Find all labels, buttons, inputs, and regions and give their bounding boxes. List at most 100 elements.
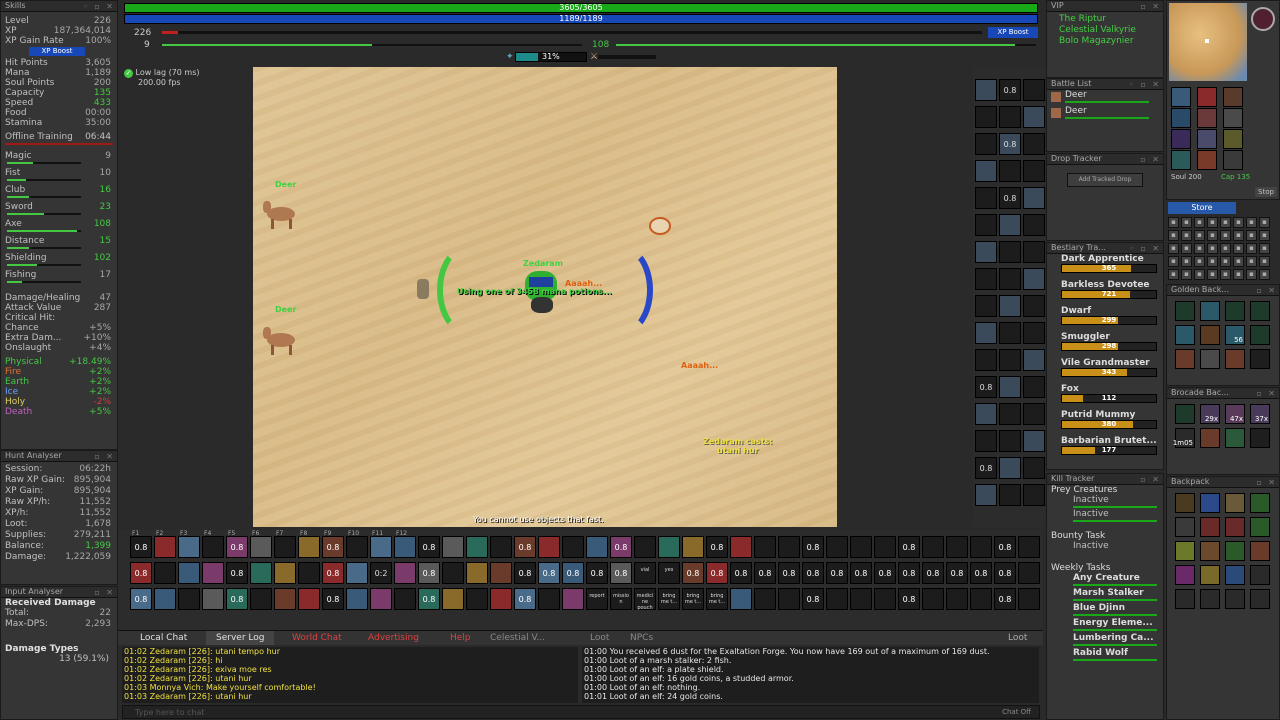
side-slot[interactable]: 0.8 [999,187,1021,209]
action-slot-labeled[interactable]: bring me t... [682,588,704,610]
action-slot[interactable]: 0.8 [610,536,632,558]
container-slot[interactable]: 56 [1225,325,1245,345]
action-slot[interactable] [178,562,200,584]
control-button[interactable]: ▪ [1220,269,1231,280]
action-slot[interactable] [538,588,560,610]
side-slot[interactable] [999,430,1021,452]
container-slot[interactable] [1200,541,1220,561]
action-slot[interactable]: 0.8 [226,588,248,610]
equipment-slot[interactable] [1171,108,1191,128]
control-button[interactable]: ▪ [1246,230,1257,241]
action-slot[interactable]: 0.8 [994,562,1016,584]
battle-entry[interactable]: Deer [1047,106,1163,122]
weekly-task[interactable]: Any Creature [1047,573,1163,588]
vip-header[interactable]: VIP ▫ ✕ [1047,1,1163,12]
action-slot[interactable]: 0.8 [802,562,824,584]
action-slot[interactable]: 0.8 [418,588,440,610]
action-slot[interactable]: 0.8 [610,562,632,584]
panel-controls[interactable]: ▫ ✕ [1256,478,1277,488]
side-slot[interactable] [1023,187,1045,209]
action-slot-labeled[interactable]: vial [634,562,656,584]
control-button[interactable]: ▪ [1233,256,1244,267]
side-slot[interactable] [1023,295,1045,317]
side-slot[interactable] [975,187,997,209]
control-button[interactable]: ▪ [1246,256,1257,267]
action-slot[interactable]: 0.8 [946,562,968,584]
weekly-task[interactable]: Marsh Stalker [1047,588,1163,603]
control-button[interactable]: ▪ [1207,243,1218,254]
golden-backpack-header[interactable]: Golden Back... ▫ ✕ [1167,285,1279,296]
chat-off-button[interactable]: Chat Off [1002,708,1031,716]
bestiary-entry[interactable]: Barbarian Brutet... 177 [1047,436,1163,462]
drop-tracker-header[interactable]: Drop Tracker ▫ ✕ [1047,154,1163,165]
control-button[interactable]: ▪ [1233,243,1244,254]
action-slot-labeled[interactable]: missio n [610,588,632,610]
action-slot[interactable] [562,536,584,558]
action-slot[interactable] [490,588,512,610]
container-slot[interactable] [1250,428,1270,448]
action-slot[interactable] [922,588,944,610]
control-button[interactable]: ▪ [1194,243,1205,254]
control-button[interactable]: ▪ [1259,217,1270,228]
action-slot[interactable] [202,562,224,584]
side-slot[interactable] [975,106,997,128]
equipment-slot[interactable] [1223,150,1243,170]
container-slot[interactable] [1200,517,1220,537]
container-slot[interactable] [1175,325,1195,345]
container-slot[interactable] [1225,493,1245,513]
side-slot[interactable] [975,160,997,182]
container-slot[interactable] [1200,565,1220,585]
action-slot[interactable]: 0.8 [130,562,152,584]
control-button[interactable]: ▪ [1181,230,1192,241]
chat-input[interactable]: Type here to chat Chat Off [122,705,1040,719]
panel-controls[interactable]: ◦ ▫ ✕ [1129,80,1161,90]
container-slot[interactable] [1250,325,1270,345]
action-slot[interactable] [1018,562,1040,584]
action-slot[interactable] [634,536,656,558]
action-slot[interactable] [754,588,776,610]
container-slot[interactable] [1225,565,1245,585]
action-slot[interactable] [538,536,560,558]
action-slot-labeled[interactable]: bring me t... [706,588,728,610]
equipment-slot[interactable] [1197,87,1217,107]
container-slot[interactable] [1200,301,1220,321]
side-slot[interactable] [1023,349,1045,371]
equipment-slot[interactable] [1197,129,1217,149]
action-slot[interactable] [946,536,968,558]
action-slot[interactable] [490,536,512,558]
control-button[interactable]: ▪ [1168,269,1179,280]
hunt-analyser-header[interactable]: Hunt Analyser ▫ ✕ [1,451,117,462]
action-slot[interactable]: 0.8 [874,562,896,584]
container-slot[interactable] [1225,428,1245,448]
action-slot[interactable] [346,588,368,610]
action-slot[interactable]: F10 [346,530,368,558]
action-slot[interactable] [562,588,584,610]
action-slot[interactable] [442,536,464,558]
action-slot[interactable]: F8 [298,530,320,558]
action-slot[interactable]: F4 [202,530,224,558]
control-button[interactable]: ▪ [1168,230,1179,241]
action-slot[interactable]: 0.8 [586,562,608,584]
action-slot[interactable]: 0:2 [370,562,392,584]
equipment-slot[interactable] [1171,87,1191,107]
game-view[interactable]: Deer Deer Zedaram Using one of 3458 mana… [253,67,837,527]
action-slot[interactable]: 0.8 [514,536,536,558]
action-slot[interactable] [466,536,488,558]
container-slot[interactable] [1200,493,1220,513]
action-slot[interactable] [778,536,800,558]
side-slot[interactable] [975,322,997,344]
kill-tracker-header[interactable]: Kill Tracker ▫ ✕ [1047,474,1163,485]
control-button[interactable]: ▪ [1246,243,1257,254]
prey-entry[interactable]: Inactive [1047,509,1163,523]
side-slot[interactable] [1023,376,1045,398]
panel-controls[interactable]: ▫ ✕ [1256,286,1277,296]
action-slot[interactable] [370,588,392,610]
control-button[interactable]: ▪ [1207,230,1218,241]
action-slot[interactable] [874,588,896,610]
chat-tab[interactable]: Server Log [206,631,275,645]
side-slot[interactable] [1023,106,1045,128]
side-slot[interactable] [1023,268,1045,290]
container-slot[interactable] [1250,565,1270,585]
action-slot[interactable]: 0.8 [898,562,920,584]
action-slot[interactable] [298,588,320,610]
